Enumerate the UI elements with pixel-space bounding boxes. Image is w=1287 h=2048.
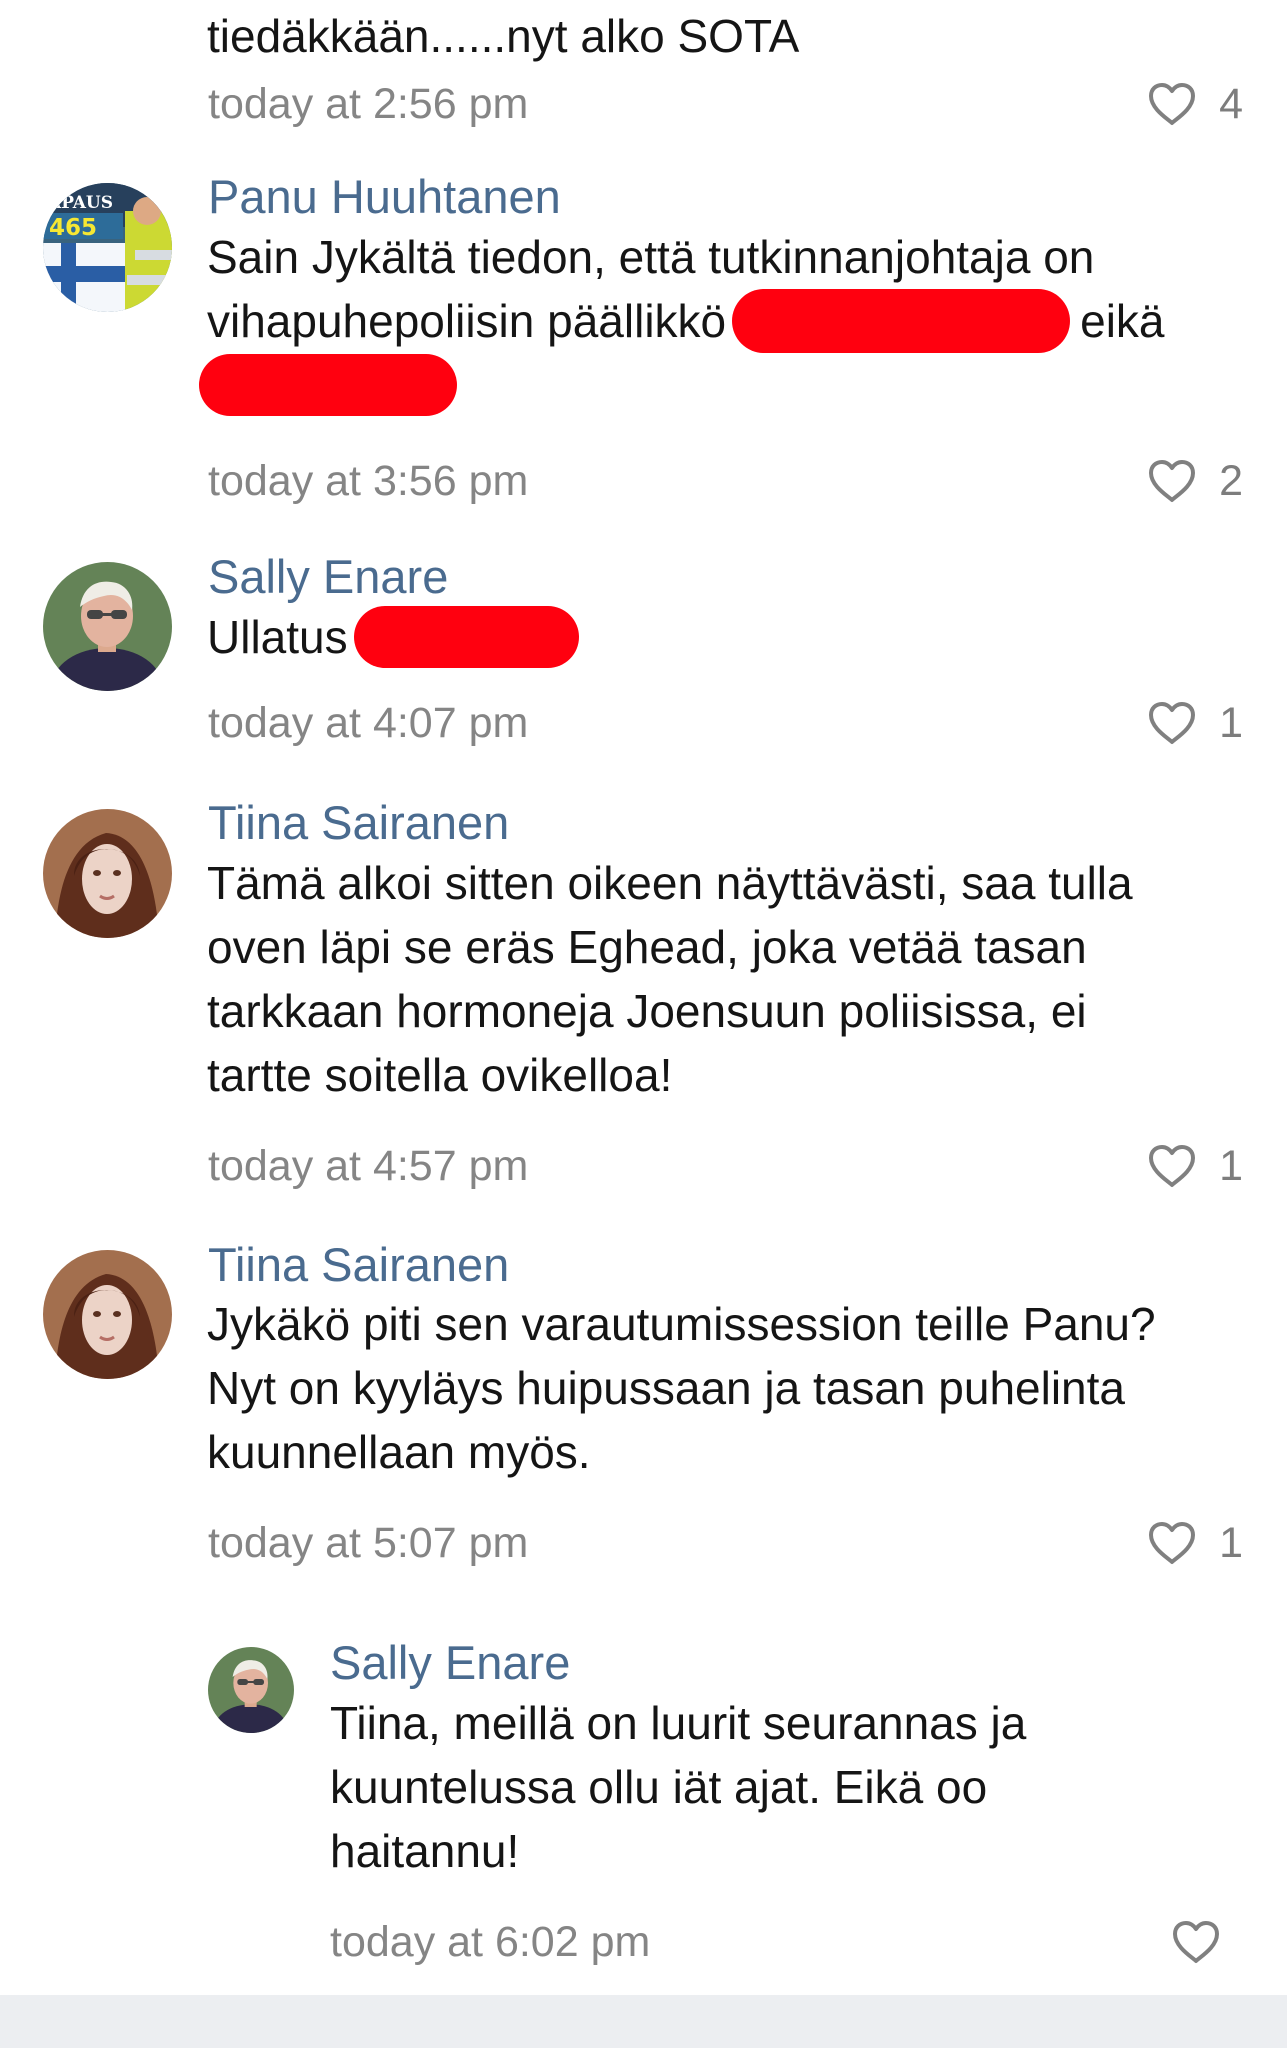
heart-outline-icon (1173, 1921, 1219, 1963)
avatar[interactable] (43, 1250, 172, 1379)
comment-text-fragment: eikä (1080, 295, 1165, 347)
comment-author[interactable]: Sally Enare (330, 1635, 570, 1691)
comment-timestamp: today at 2:56 pm (208, 80, 529, 128)
comment-item: APAUS 465 Panu Huuhtanen Sain Jykältä ti… (0, 170, 1287, 520)
comment-text-line: Tiina, meillä on luurit seurannas ja (330, 1697, 1027, 1749)
like-button[interactable]: 1 (1147, 1517, 1243, 1569)
comment-text-line: Ullatus (207, 605, 579, 669)
heart-outline-icon (1149, 83, 1196, 125)
comment-item: Sally Enare Ullatus today at 4:07 pm 1 (0, 550, 1287, 757)
comment-text: Tämä alkoi sitten oikeen näyttävästi, sa… (207, 851, 1133, 1107)
like-count: 4 (1219, 80, 1243, 128)
comment-text-line: Tämä alkoi sitten oikeen näyttävästi, sa… (207, 857, 1133, 909)
heart-outline-icon (1149, 702, 1196, 744)
comment-text: Jykäkö piti sen varautumissession teille… (207, 1292, 1156, 1484)
comment-text-line: Sain Jykältä tiedon, että tutkinnanjohta… (207, 231, 1095, 283)
comment-text: Tiina, meillä on luurit seurannas ja kuu… (330, 1691, 1026, 1883)
comment-text-fragment: vihapuhepoliisin päällikkö (207, 295, 727, 347)
redaction-mark (353, 605, 579, 668)
comment-text: Ullatus (207, 605, 579, 669)
avatar[interactable] (43, 809, 172, 938)
heart-outline-icon (1149, 1145, 1196, 1187)
heart-outline-icon (1149, 460, 1196, 502)
comment-text-line: tartte soitella ovikelloa! (207, 1049, 673, 1101)
like-count: 2 (1219, 457, 1243, 505)
comment-item: tiedäkkään......nyt alko SOTA today at 2… (0, 0, 1287, 150)
comment-item: Tiina Sairanen Tämä alkoi sitten oikeen … (0, 796, 1287, 1197)
like-count: 1 (1219, 699, 1243, 747)
comment-text-line: haitannu! (330, 1825, 520, 1877)
heart-outline-icon (1149, 1522, 1196, 1564)
comment-text-line: Jykäkö piti sen varautumissession teille… (207, 1298, 1156, 1350)
svg-text:APAUS: APAUS (47, 193, 113, 213)
like-button[interactable] (1171, 1916, 1243, 1968)
like-button[interactable]: 4 (1147, 78, 1243, 130)
comment-timestamp: today at 3:56 pm (208, 457, 529, 505)
redaction-mark (199, 353, 457, 416)
like-count: 1 (1219, 1142, 1243, 1190)
comment-text-line (199, 353, 1165, 417)
like-button[interactable]: 2 (1147, 455, 1243, 507)
avatar[interactable] (43, 562, 172, 691)
comment-timestamp: today at 5:07 pm (208, 1519, 529, 1567)
like-count: 1 (1219, 1519, 1243, 1567)
comment-author[interactable]: Tiina Sairanen (208, 1237, 509, 1293)
reply-item: Sally Enare Tiina, meillä on luurit seur… (0, 1636, 1287, 1990)
comment-author[interactable]: Sally Enare (208, 549, 448, 605)
comment-author[interactable]: Panu Huuhtanen (208, 169, 561, 225)
comment-timestamp: today at 6:02 pm (330, 1918, 651, 1966)
comment-author[interactable]: Tiina Sairanen (208, 795, 509, 851)
bottom-bar (0, 1995, 1287, 2048)
avatar[interactable] (208, 1647, 294, 1733)
comment-timestamp: today at 4:57 pm (208, 1142, 529, 1190)
like-button[interactable]: 1 (1147, 1140, 1243, 1192)
comment-text-line: vihapuhepoliisin päällikkö eikä (207, 288, 1165, 353)
comment-text-line: kuunnellaan myös. (207, 1426, 591, 1478)
like-button[interactable]: 1 (1147, 697, 1243, 749)
svg-text:465: 465 (49, 215, 97, 241)
avatar[interactable]: APAUS 465 (43, 183, 172, 312)
comment-text-line: Nyt on kyyläys huipussaan ja tasan puhel… (207, 1362, 1126, 1414)
comment-text-line: tarkkaan hormoneja Joensuun poliisissa, … (207, 985, 1087, 1037)
comments-feed: tiedäkkään......nyt alko SOTA today at 2… (0, 0, 1287, 1995)
comment-text-line: kuuntelussa ollu iät ajat. Eikä oo (330, 1761, 988, 1813)
comment-text-line: oven läpi se eräs Eghead, joka vetää tas… (207, 921, 1087, 973)
comment-item: Tiina Sairanen Jykäkö piti sen varautumi… (0, 1238, 1287, 1578)
comment-text-fragment: Ullatus (207, 611, 348, 663)
comment-text: Sain Jykältä tiedon, että tutkinnanjohta… (199, 225, 1165, 417)
comment-timestamp: today at 4:07 pm (208, 699, 529, 747)
comment-text: tiedäkkään......nyt alko SOTA (207, 4, 799, 68)
comment-text-line: tiedäkkään......nyt alko SOTA (207, 10, 800, 62)
redaction-mark (732, 288, 1071, 353)
